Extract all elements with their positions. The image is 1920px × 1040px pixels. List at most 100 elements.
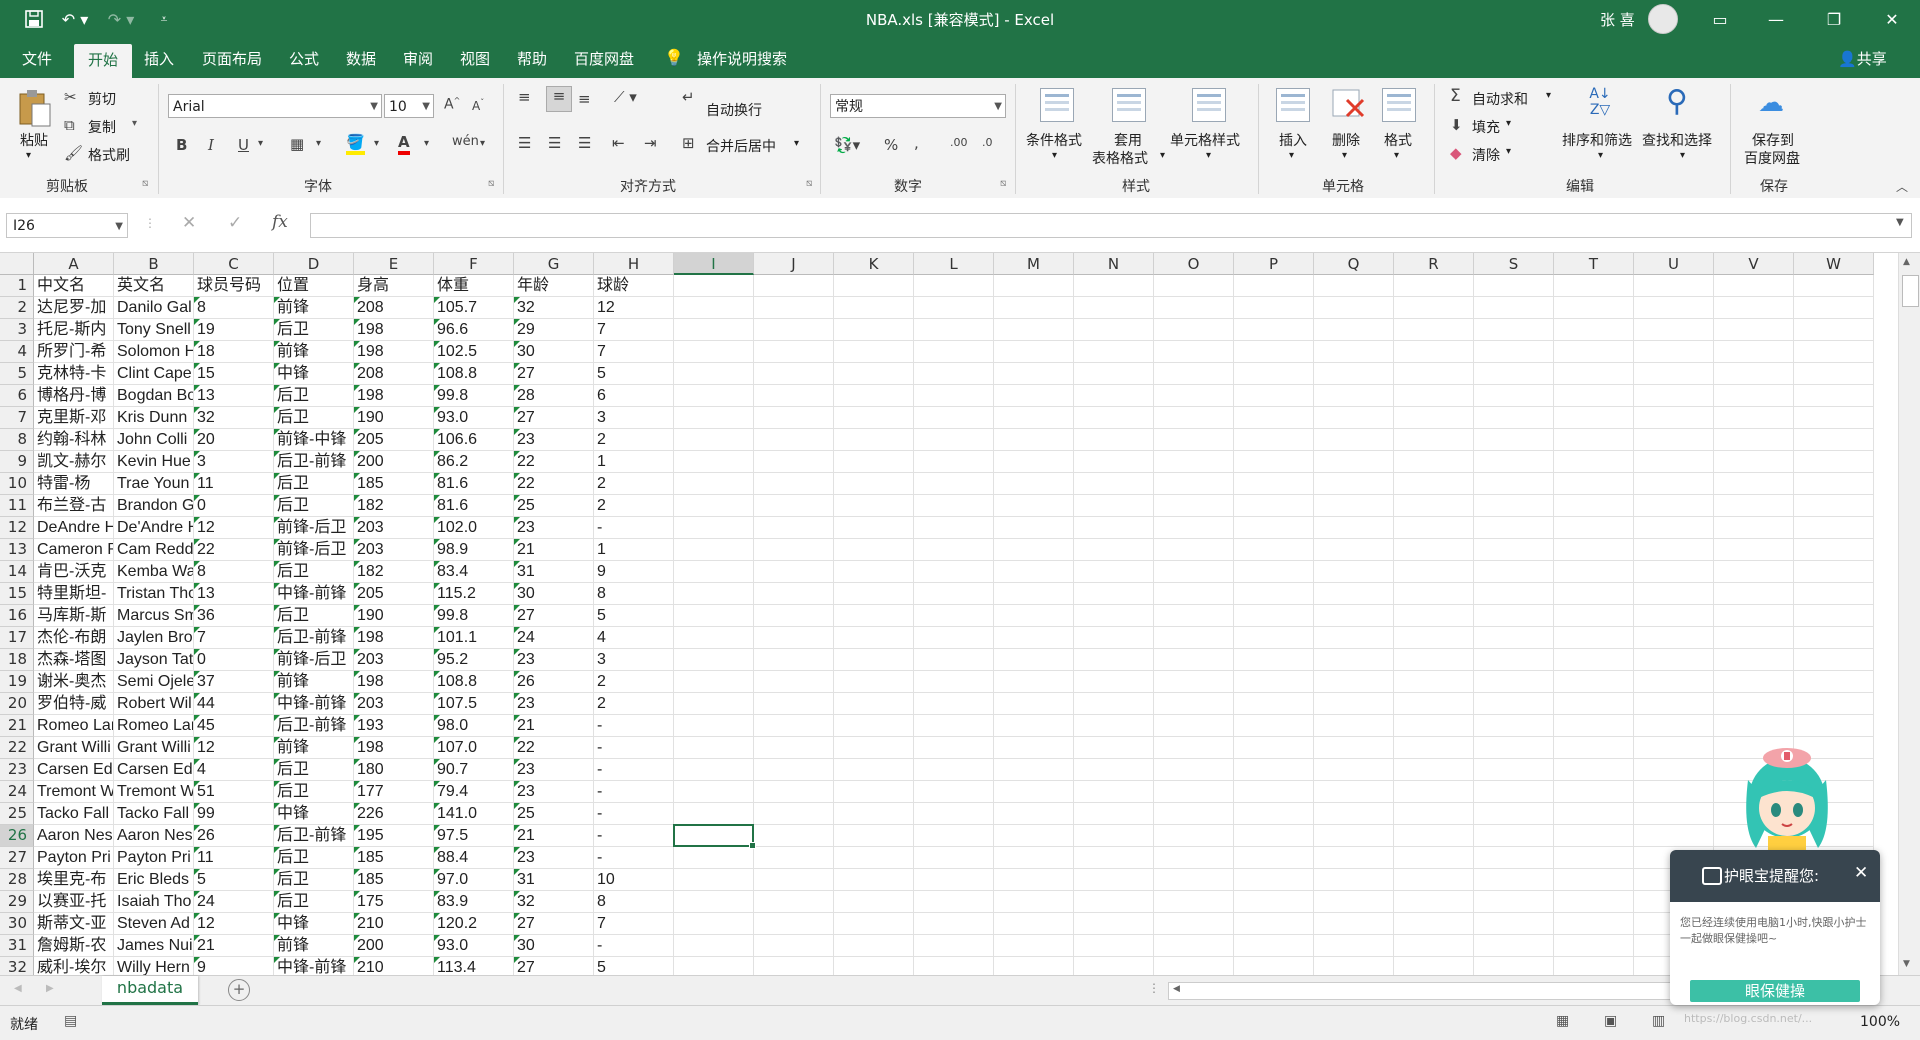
cell-A11[interactable]: 布兰登-古: [34, 495, 114, 517]
cell-N14[interactable]: [1074, 561, 1154, 583]
column-header-i[interactable]: I: [674, 253, 754, 275]
cell-B15[interactable]: Tristan Tho: [114, 583, 194, 605]
number-format-select[interactable]: 常规 ▼: [830, 94, 1006, 118]
cell-C25[interactable]: 99: [194, 803, 274, 825]
cell-G20[interactable]: 23: [514, 693, 594, 715]
cell-N9[interactable]: [1074, 451, 1154, 473]
cell-S10[interactable]: [1474, 473, 1554, 495]
merge-center-button[interactable]: 合并后居中: [706, 136, 776, 156]
cell-K21[interactable]: [834, 715, 914, 737]
cell-B10[interactable]: Trae Youn: [114, 473, 194, 495]
cell-N16[interactable]: [1074, 605, 1154, 627]
cell-C3[interactable]: 19: [194, 319, 274, 341]
cell-G29[interactable]: 32: [514, 891, 594, 913]
cell-N27[interactable]: [1074, 847, 1154, 869]
cell-E11[interactable]: 182: [354, 495, 434, 517]
cell-S31[interactable]: [1474, 935, 1554, 957]
cell-V3[interactable]: [1714, 319, 1794, 341]
cell-C6[interactable]: 13: [194, 385, 274, 407]
cell-S7[interactable]: [1474, 407, 1554, 429]
cell-D22[interactable]: 前锋: [274, 737, 354, 759]
close-button[interactable]: ✕: [1864, 0, 1920, 38]
cell-D17[interactable]: 后卫-前锋: [274, 627, 354, 649]
cell-D5[interactable]: 中锋: [274, 363, 354, 385]
cell-K27[interactable]: [834, 847, 914, 869]
cell-R14[interactable]: [1394, 561, 1474, 583]
cell-D29[interactable]: 后卫: [274, 891, 354, 913]
cell-B28[interactable]: Eric Bleds: [114, 869, 194, 891]
share-button[interactable]: 👤共享: [1838, 48, 1887, 69]
cell-E16[interactable]: 190: [354, 605, 434, 627]
cell-S4[interactable]: [1474, 341, 1554, 363]
row-header[interactable]: 17: [0, 627, 34, 649]
cell-S32[interactable]: [1474, 957, 1554, 975]
scroll-left-icon[interactable]: ◀: [1173, 984, 1180, 994]
cell-S1[interactable]: [1474, 275, 1554, 297]
horizontal-scrollbar[interactable]: ◀: [1168, 982, 1690, 1000]
cell-H16[interactable]: 5: [594, 605, 674, 627]
zoom-level[interactable]: 100%: [1860, 1014, 1900, 1030]
cell-L19[interactable]: [914, 671, 994, 693]
cell-E13[interactable]: 203: [354, 539, 434, 561]
cell-C24[interactable]: 51: [194, 781, 274, 803]
cell-P27[interactable]: [1234, 847, 1314, 869]
cell-F11[interactable]: 81.6: [434, 495, 514, 517]
cell-F10[interactable]: 81.6: [434, 473, 514, 495]
cell-U16[interactable]: [1634, 605, 1714, 627]
column-header-j[interactable]: J: [754, 253, 834, 275]
row-header[interactable]: 11: [0, 495, 34, 517]
cell-G27[interactable]: 23: [514, 847, 594, 869]
cell-M27[interactable]: [994, 847, 1074, 869]
cell-J5[interactable]: [754, 363, 834, 385]
cell-T19[interactable]: [1554, 671, 1634, 693]
cell-K18[interactable]: [834, 649, 914, 671]
cell-N19[interactable]: [1074, 671, 1154, 693]
cell-L8[interactable]: [914, 429, 994, 451]
cell-P29[interactable]: [1234, 891, 1314, 913]
cell-E20[interactable]: 203: [354, 693, 434, 715]
cell-G30[interactable]: 27: [514, 913, 594, 935]
cell-O24[interactable]: [1154, 781, 1234, 803]
row-header[interactable]: 26: [0, 825, 34, 847]
cell-T28[interactable]: [1554, 869, 1634, 891]
normal-view-icon[interactable]: ▦: [1556, 1013, 1569, 1029]
cell-P18[interactable]: [1234, 649, 1314, 671]
cell-F22[interactable]: 107.0: [434, 737, 514, 759]
cell-R27[interactable]: [1394, 847, 1474, 869]
cell-I10[interactable]: [674, 473, 754, 495]
cell-K22[interactable]: [834, 737, 914, 759]
cell-F23[interactable]: 90.7: [434, 759, 514, 781]
cell-F19[interactable]: 108.8: [434, 671, 514, 693]
italic-button[interactable]: I: [208, 136, 214, 154]
cell-U12[interactable]: [1634, 517, 1714, 539]
cell-H32[interactable]: 5: [594, 957, 674, 975]
cell-K8[interactable]: [834, 429, 914, 451]
cell-F24[interactable]: 79.4: [434, 781, 514, 803]
clipboard-launcher-icon[interactable]: ⧅: [142, 178, 148, 189]
cell-C28[interactable]: 5: [194, 869, 274, 891]
cell-K5[interactable]: [834, 363, 914, 385]
column-header-f[interactable]: F: [434, 253, 514, 275]
cell-G7[interactable]: 27: [514, 407, 594, 429]
cell-J29[interactable]: [754, 891, 834, 913]
cell-U21[interactable]: [1634, 715, 1714, 737]
cell-K11[interactable]: [834, 495, 914, 517]
cell-K26[interactable]: [834, 825, 914, 847]
decrease-font-icon[interactable]: Aˇ: [472, 98, 484, 113]
cell-E32[interactable]: 210: [354, 957, 434, 975]
cell-K6[interactable]: [834, 385, 914, 407]
cell-I6[interactable]: [674, 385, 754, 407]
cell-L20[interactable]: [914, 693, 994, 715]
cell-C14[interactable]: 8: [194, 561, 274, 583]
cell-H26[interactable]: -: [594, 825, 674, 847]
cell-I5[interactable]: [674, 363, 754, 385]
cell-R28[interactable]: [1394, 869, 1474, 891]
cell-D1[interactable]: 位置: [274, 275, 354, 297]
cell-M1[interactable]: [994, 275, 1074, 297]
cell-J9[interactable]: [754, 451, 834, 473]
cell-V1[interactable]: [1714, 275, 1794, 297]
cell-I20[interactable]: [674, 693, 754, 715]
underline-dropdown-icon[interactable]: ▾: [258, 138, 263, 149]
cell-S19[interactable]: [1474, 671, 1554, 693]
cell-P8[interactable]: [1234, 429, 1314, 451]
